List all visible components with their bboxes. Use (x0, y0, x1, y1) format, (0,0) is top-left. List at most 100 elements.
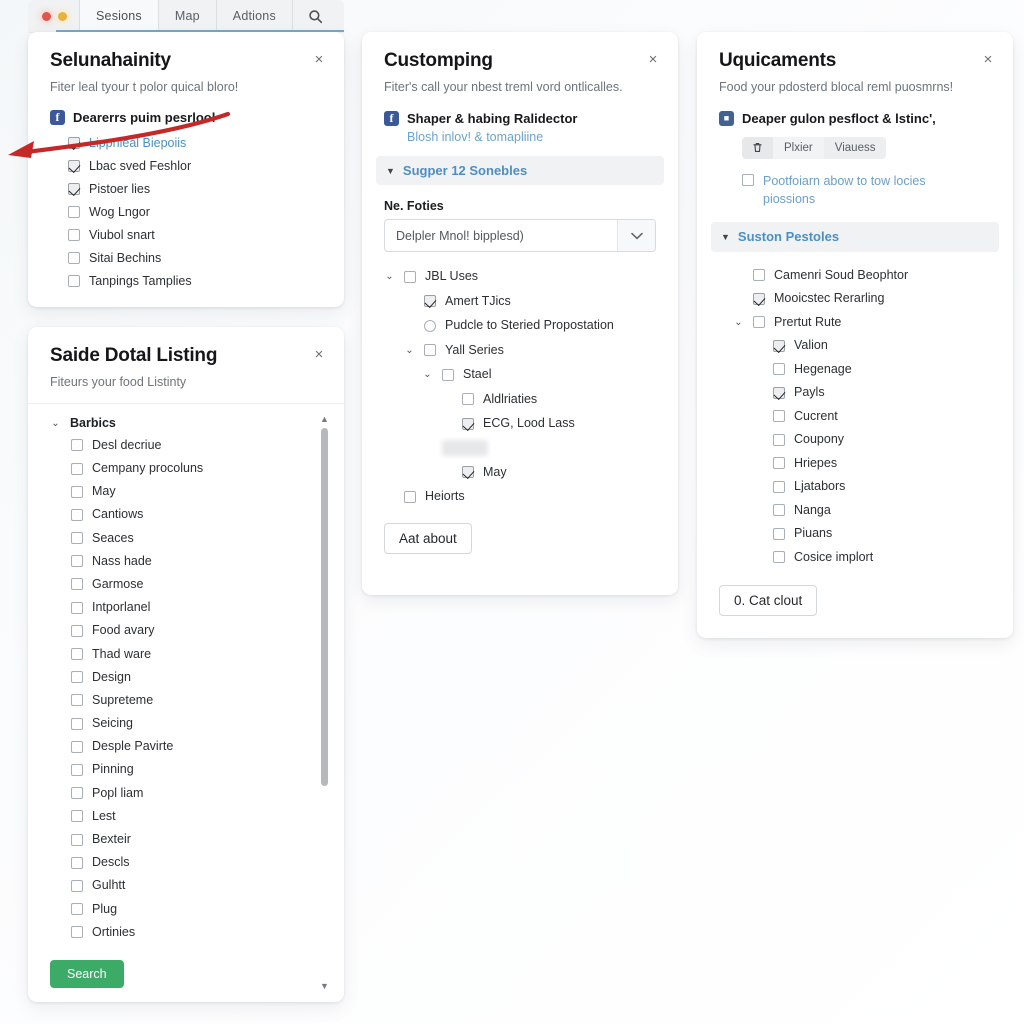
list-item[interactable]: Valion (733, 334, 991, 358)
checkbox-unchecked[interactable] (71, 555, 83, 568)
checkbox-unchecked[interactable] (71, 740, 83, 753)
tree-item[interactable]: Heiorts (384, 484, 656, 509)
checkbox-checked[interactable] (424, 295, 436, 308)
search-icon[interactable] (291, 0, 338, 32)
list-item[interactable]: Thad ware (71, 642, 314, 665)
list-item[interactable]: Camenri Soud Beophtor (733, 264, 991, 288)
list-item[interactable]: Tanpings Tamplies (68, 270, 322, 293)
panel4-collapsible-header[interactable]: ▼ Suston Pestoles (711, 221, 999, 252)
tree-item[interactable]: Aldlriaties (384, 387, 656, 412)
segment-viauess[interactable]: Viauess (823, 136, 887, 159)
list-item[interactable]: Design (71, 666, 314, 689)
list-item[interactable]: Cantiows (71, 503, 314, 526)
list-item[interactable]: Lbac sved Feshlor (68, 155, 322, 178)
list-item[interactable]: Cosice implort (733, 546, 991, 570)
tree-item[interactable]: ⌄ JBL Uses (384, 264, 656, 289)
checkbox-unchecked[interactable] (773, 480, 785, 493)
chevron-down-icon[interactable] (617, 220, 655, 252)
checkbox-unchecked[interactable] (773, 457, 785, 470)
checkbox-unchecked[interactable] (71, 717, 83, 730)
checkbox-unchecked[interactable] (773, 527, 785, 540)
checkbox-unchecked[interactable] (71, 485, 83, 498)
list-item[interactable]: Hriepes (733, 452, 991, 476)
tree-item[interactable]: May (384, 460, 656, 485)
checkbox-unchecked[interactable] (404, 270, 416, 283)
list-item[interactable]: Cucrent (733, 405, 991, 429)
tab-map[interactable]: Map (157, 0, 216, 32)
checkbox-checked[interactable] (462, 417, 474, 430)
checkbox-unchecked[interactable] (71, 508, 83, 521)
checkbox-checked[interactable] (68, 160, 80, 173)
radio-button[interactable] (424, 319, 436, 332)
checkbox-unchecked[interactable] (71, 879, 83, 892)
list-item[interactable]: Hegenage (733, 358, 991, 382)
close-icon[interactable]: × (979, 50, 997, 68)
scroll-up-icon[interactable]: ▲ (319, 414, 330, 425)
list-item[interactable]: Payls (733, 381, 991, 405)
minimize-dot[interactable] (58, 11, 67, 21)
list-item[interactable]: Supreteme (71, 689, 314, 712)
list-item[interactable]: Popl liam (71, 782, 314, 805)
trash-icon-button[interactable] (742, 136, 773, 159)
list-item[interactable]: Food avary (71, 619, 314, 642)
checkbox-unchecked[interactable] (71, 763, 83, 776)
list-item[interactable]: Bexteir (71, 828, 314, 851)
list-item[interactable]: Gulhtt (71, 874, 314, 897)
checkbox-unchecked[interactable] (71, 439, 83, 452)
chevron-down-icon[interactable]: ⌄ (404, 345, 415, 356)
close-icon[interactable]: × (310, 345, 328, 363)
checkbox-unchecked[interactable] (71, 671, 83, 684)
list-item[interactable]: Coupony (733, 428, 991, 452)
checkbox-unchecked[interactable] (71, 532, 83, 545)
scrollbar[interactable]: ▲ ▼ (319, 414, 330, 992)
checkbox-unchecked[interactable] (68, 206, 80, 219)
close-icon[interactable]: × (644, 50, 662, 68)
list-item[interactable]: Ortinies (71, 921, 314, 944)
tree-item[interactable]: Pudcle to Steried Propostation (384, 313, 656, 338)
panel3-select[interactable]: Delpler Mnol! bipplesd) (384, 219, 656, 253)
scroll-down-icon[interactable]: ▼ (319, 981, 330, 992)
list-item[interactable]: May (71, 480, 314, 503)
tree-item[interactable]: ⌄ Yall Series (384, 338, 656, 363)
list-item[interactable]: ⌄ Prertut Rute (733, 311, 991, 335)
checkbox-unchecked[interactable] (68, 229, 80, 242)
list-item[interactable]: Cempany procoluns (71, 457, 314, 480)
scrollbar-thumb[interactable] (321, 427, 328, 786)
panel4-note-checkbox[interactable] (742, 173, 754, 186)
checkbox-checked[interactable] (773, 339, 785, 352)
checkbox-unchecked[interactable] (68, 275, 80, 288)
list-item[interactable]: Seicing (71, 712, 314, 735)
checkbox-unchecked[interactable] (773, 433, 785, 446)
checkbox-unchecked[interactable] (773, 551, 785, 564)
panel3-footer-button[interactable]: Aat about (384, 522, 472, 554)
list-item[interactable]: Nass hade (71, 550, 314, 573)
panel4-footer-button[interactable]: 0. Cat clout (719, 585, 818, 617)
tree-item[interactable]: ECG, Lood Lass (384, 411, 656, 436)
segment-plxier[interactable]: Plxier (773, 136, 824, 159)
checkbox-unchecked[interactable] (71, 810, 83, 823)
checkbox-unchecked[interactable] (773, 410, 785, 423)
checkbox-unchecked[interactable] (753, 269, 765, 282)
checkbox-unchecked[interactable] (773, 504, 785, 517)
checkbox-checked[interactable] (462, 466, 474, 479)
checkbox-unchecked[interactable] (71, 926, 83, 939)
panel2-group-header[interactable]: ⌄ Barbics (50, 416, 314, 431)
list-item[interactable]: Garmose (71, 573, 314, 596)
list-item[interactable]: Desl decriue (71, 434, 314, 457)
panel3-collapsible-header[interactable]: ▼ Sugper 12 Sonebles (376, 155, 664, 186)
checkbox-unchecked[interactable] (71, 578, 83, 591)
tab-adtions[interactable]: Adtions (215, 0, 292, 32)
checkbox-unchecked[interactable] (462, 393, 474, 406)
list-item[interactable]: Nanga (733, 499, 991, 523)
checkbox-checked[interactable] (68, 183, 80, 196)
list-item[interactable]: Pinning (71, 758, 314, 781)
list-item[interactable]: Descls (71, 851, 314, 874)
list-item[interactable]: Seaces (71, 526, 314, 549)
checkbox-unchecked[interactable] (71, 601, 83, 614)
list-item[interactable]: Lest (71, 805, 314, 828)
list-item[interactable]: Pistoer lies (68, 178, 322, 201)
close-dot[interactable] (42, 11, 51, 21)
checkbox-unchecked[interactable] (68, 252, 80, 265)
list-item[interactable]: Lippnieal Biepoiis (68, 132, 322, 155)
checkbox-unchecked[interactable] (773, 363, 785, 376)
